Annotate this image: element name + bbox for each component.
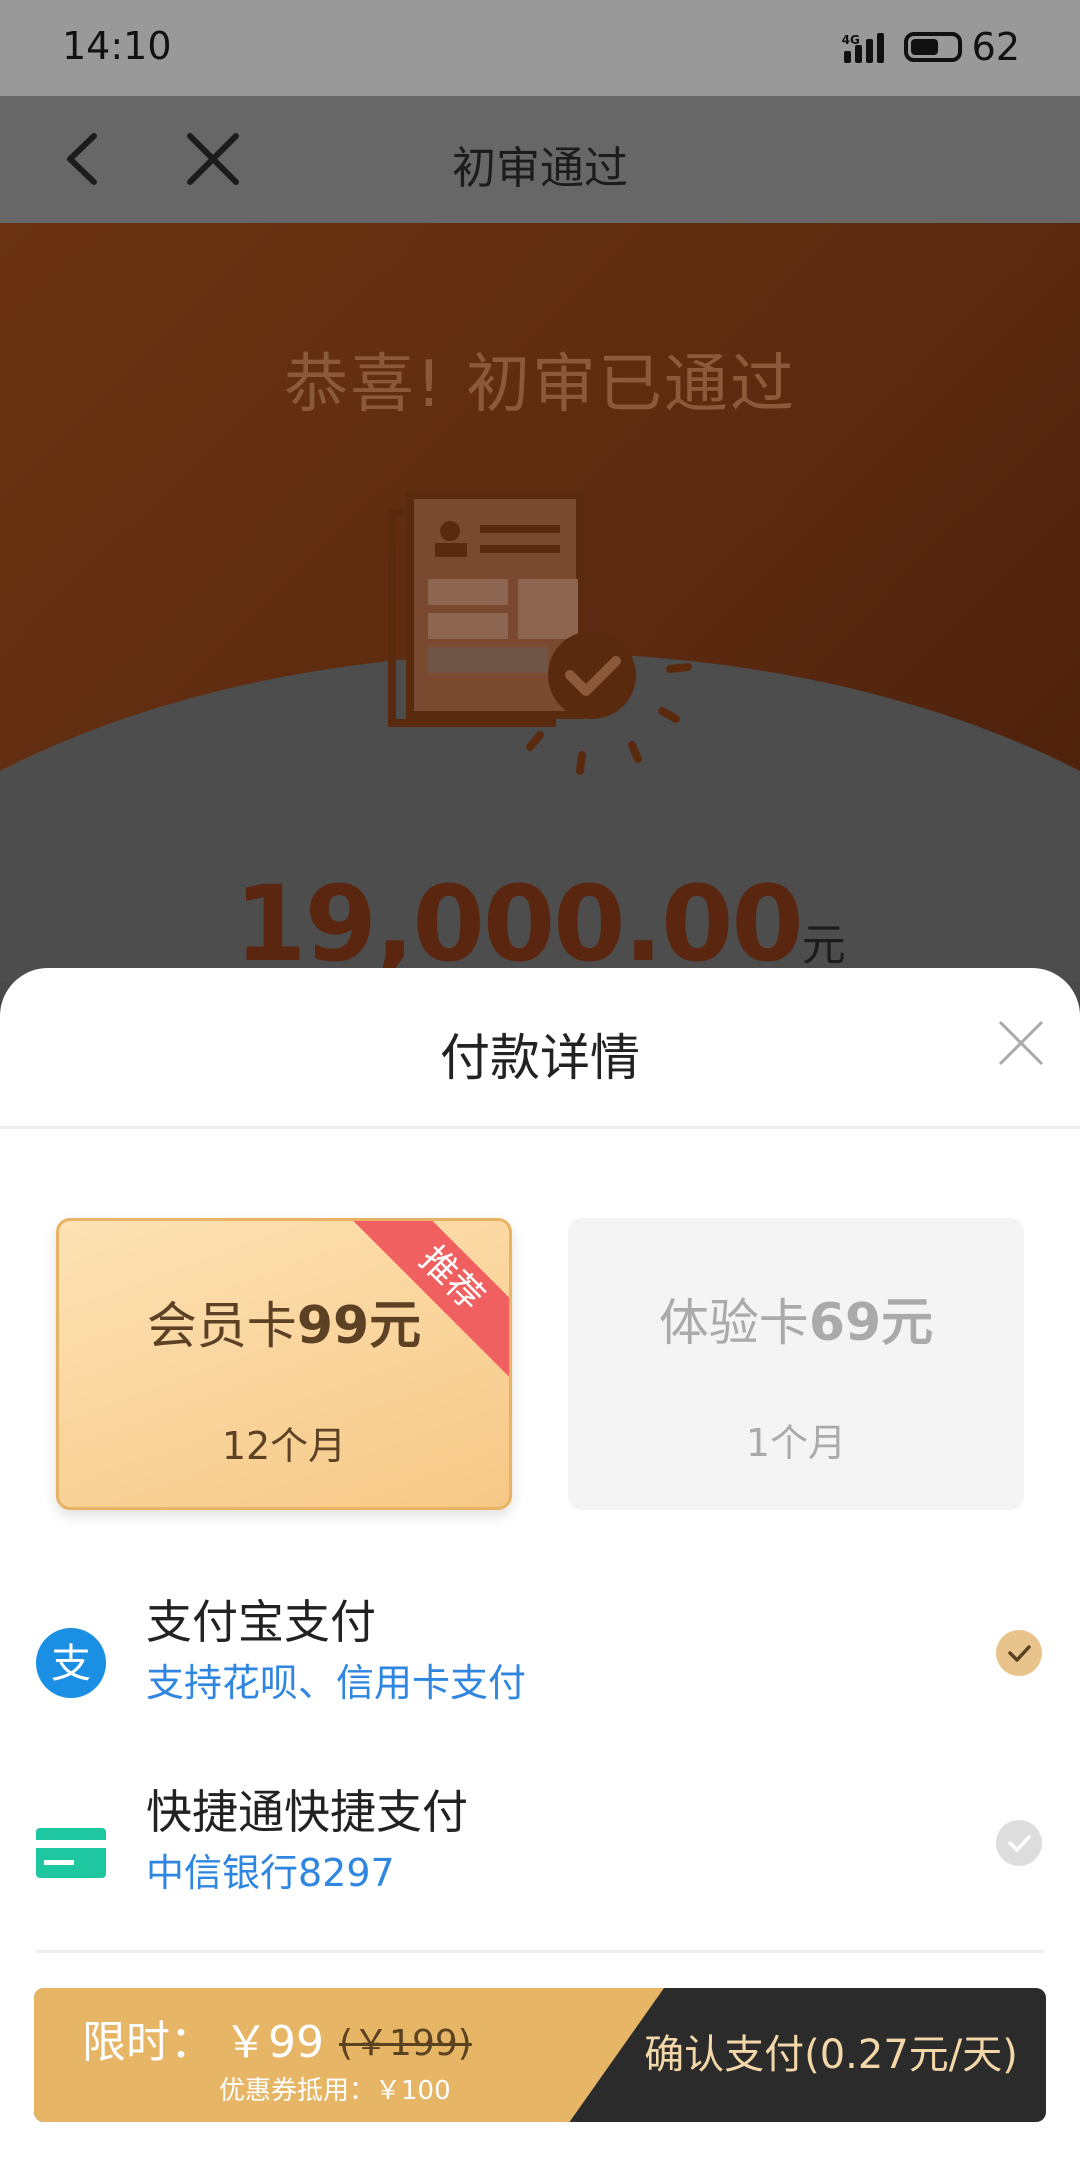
plan-period: 12个月 [221, 1424, 347, 1468]
nav-bar: 初审通过 [0, 96, 1080, 223]
battery-percent: 62 [971, 25, 1020, 69]
amount-value: 19,000.00 [234, 863, 804, 983]
page-title: 初审通过 [452, 143, 628, 194]
plan-card-trial[interactable]: 体验卡69元 1个月 [568, 1218, 1024, 1510]
loan-amount: 19,000.00元 [0, 863, 1080, 983]
price-panel: 限时： ￥99 (￥199) 优惠券抵用：￥100 [34, 1988, 664, 2122]
coupon-text: 优惠券抵用：￥100 [219, 2076, 451, 2106]
payment-option-quickpay[interactable]: 快捷通快捷支付 中信银行8297 [0, 1758, 1080, 1938]
original-price: (￥199) [339, 2023, 472, 2064]
status-bar: 14:10 4G 62 [0, 0, 1080, 96]
payment-name: 支付宝支付 [146, 1595, 376, 1649]
plan-period: 1个月 [745, 1421, 847, 1465]
payment-sheet: 付款详情 会员卡99元 12个月 推荐 体验卡69元 1个月 支 支付宝支付 支… [0, 968, 1080, 2160]
pay-bar: 限时： ￥99 (￥199) 优惠券抵用：￥100 确认支付(0.27元/天) [34, 1988, 1046, 2122]
close-icon [998, 1020, 1044, 1066]
status-time: 14:10 [62, 24, 172, 68]
confirm-pay-button[interactable]: 确认支付(0.27元/天) [616, 1988, 1046, 2122]
payment-name: 快捷通快捷支付 [146, 1785, 468, 1839]
status-icons: 4G 62 [842, 22, 1020, 72]
svg-text:支: 支 [51, 1641, 91, 1687]
approval-hero: 恭喜! 初审已通过 19,000.00元 [0, 223, 1080, 983]
battery-icon [903, 32, 962, 62]
plan-name: 体验卡69元 [658, 1293, 934, 1353]
check-icon[interactable] [996, 1630, 1042, 1676]
sheet-title: 付款详情 [440, 1029, 640, 1087]
approval-title: 恭喜! 初审已通过 [284, 348, 796, 422]
amount-unit: 元 [801, 920, 846, 971]
divider [36, 1950, 1044, 1953]
alipay-icon: 支 [36, 1628, 106, 1698]
divider [0, 1126, 1080, 1129]
discount-price: ￥99 [224, 2017, 324, 2068]
payment-subtitle: 支持花呗、信用卡支付 [146, 1661, 527, 1705]
approved-document-icon [388, 491, 692, 775]
payment-option-alipay[interactable]: 支 支付宝支付 支持花呗、信用卡支付 [0, 1568, 1080, 1748]
sheet-close-button[interactable] [996, 1018, 1046, 1068]
bank-card-icon [36, 1828, 106, 1878]
signal-icon: 4G [842, 27, 894, 67]
plan-card-member[interactable]: 会员卡99元 12个月 推荐 [56, 1218, 512, 1510]
limit-label: 限时： [82, 2017, 214, 2068]
check-icon[interactable] [996, 1820, 1042, 1866]
payment-subtitle: 中信银行8297 [146, 1851, 395, 1895]
